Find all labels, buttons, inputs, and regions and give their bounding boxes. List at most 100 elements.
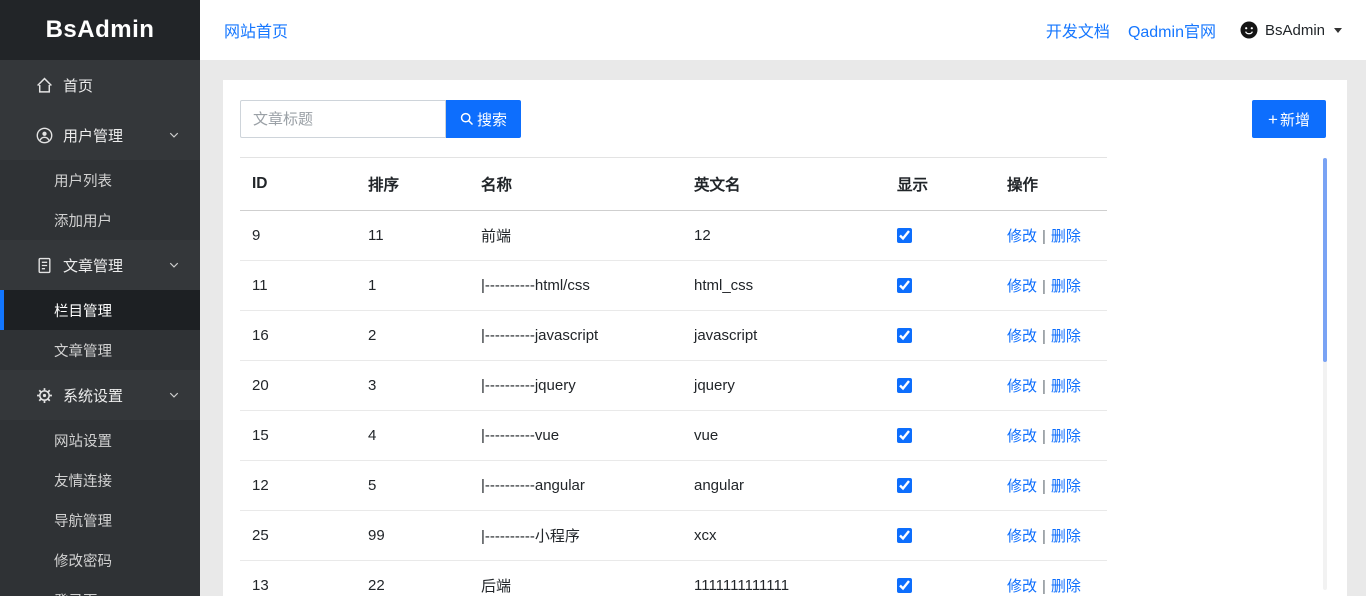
sidebar-item-label: 文章管理: [54, 340, 112, 361]
cell-id: 16: [240, 311, 356, 361]
cell-name: |----------jquery: [469, 361, 682, 411]
table-row: 9 11 前端 12 修改|删除: [240, 211, 1107, 261]
visible-checkbox[interactable]: [897, 328, 912, 343]
visible-checkbox[interactable]: [897, 428, 912, 443]
action-separator: |: [1042, 278, 1046, 295]
cell-en: vue: [682, 411, 885, 461]
plus-icon: +: [1268, 111, 1278, 128]
user-dropdown[interactable]: BsAdmin: [1240, 21, 1342, 39]
sidebar-item-label: 网站设置: [54, 430, 112, 451]
delete-link[interactable]: 删除: [1051, 578, 1081, 595]
table-row: 11 1 |----------html/css html_css 修改|删除: [240, 261, 1107, 311]
cell-sort: 1: [356, 261, 469, 311]
sidebar-item-change-password[interactable]: 修改密码: [0, 540, 200, 580]
sidebar-item-label: 友情连接: [54, 470, 112, 491]
app-logo: BsAdmin: [0, 0, 200, 60]
cell-en: javascript: [682, 311, 885, 361]
sidebar-item-label: 文章管理: [63, 255, 123, 276]
sidebar-item-label: 用户列表: [54, 170, 112, 191]
edit-link[interactable]: 修改: [1007, 428, 1037, 445]
visible-checkbox[interactable]: [897, 478, 912, 493]
sidebar-item-label: 导航管理: [54, 510, 112, 531]
cell-sort: 5: [356, 461, 469, 511]
top-header: 网站首页 开发文档 Qadmin官网 BsAdmin: [200, 0, 1366, 60]
edit-link[interactable]: 修改: [1007, 228, 1037, 245]
visible-checkbox[interactable]: [897, 378, 912, 393]
edit-link[interactable]: 修改: [1007, 278, 1037, 295]
home-icon: [36, 77, 53, 94]
visible-checkbox[interactable]: [897, 578, 912, 593]
cell-id: 9: [240, 211, 356, 261]
gear-icon: [36, 387, 53, 404]
sidebar-item-label: 栏目管理: [54, 300, 112, 321]
sidebar-item-article-mgmt[interactable]: 文章管理: [0, 240, 200, 290]
edit-link[interactable]: 修改: [1007, 378, 1037, 395]
delete-link[interactable]: 删除: [1051, 528, 1081, 545]
sidebar-item-home[interactable]: 首页: [0, 60, 200, 110]
cell-en: html_css: [682, 261, 885, 311]
cell-name: |----------javascript: [469, 311, 682, 361]
search-button[interactable]: 搜索: [446, 100, 521, 138]
action-separator: |: [1042, 328, 1046, 345]
cell-sort: 3: [356, 361, 469, 411]
sidebar-item-nav-mgmt[interactable]: 导航管理: [0, 500, 200, 540]
edit-link[interactable]: 修改: [1007, 328, 1037, 345]
cell-sort: 22: [356, 561, 469, 596]
sidebar-item-label: 修改密码: [54, 550, 112, 571]
cell-en: 1111111111111: [682, 561, 885, 596]
sidebar-item-user-list[interactable]: 用户列表: [0, 160, 200, 200]
edit-link[interactable]: 修改: [1007, 478, 1037, 495]
sidebar-item-site-settings[interactable]: 网站设置: [0, 420, 200, 460]
add-button[interactable]: + 新增: [1252, 100, 1326, 138]
cell-name: 前端: [469, 211, 682, 261]
cell-name: 后端: [469, 561, 682, 596]
site-home-link[interactable]: 网站首页: [224, 18, 288, 42]
avatar: [1240, 21, 1258, 39]
sidebar-item-user-mgmt[interactable]: 用户管理: [0, 110, 200, 160]
visible-checkbox[interactable]: [897, 528, 912, 543]
caret-down-icon: [1334, 28, 1342, 33]
delete-link[interactable]: 删除: [1051, 378, 1081, 395]
action-separator: |: [1042, 528, 1046, 545]
search-input[interactable]: [240, 100, 446, 138]
qadmin-site-link[interactable]: Qadmin官网: [1128, 18, 1216, 42]
sidebar-item-column-mgmt[interactable]: 栏目管理: [0, 290, 200, 330]
username: BsAdmin: [1265, 22, 1325, 39]
sidebar-item-label: 登录页: [54, 590, 98, 596]
table-header-row: ID 排序 名称 英文名 显示 操作: [240, 158, 1107, 211]
col-header-name: 名称: [469, 158, 682, 211]
action-separator: |: [1042, 428, 1046, 445]
content-card: 搜索 + 新增 ID 排序 名称 英文名 显示 操作 9 11 前端 12: [223, 80, 1347, 596]
delete-link[interactable]: 删除: [1051, 228, 1081, 245]
dev-docs-link[interactable]: 开发文档: [1046, 18, 1110, 42]
cell-id: 12: [240, 461, 356, 511]
columns-table: ID 排序 名称 英文名 显示 操作 9 11 前端 12 修改|删除 11 1…: [240, 157, 1107, 596]
sidebar: BsAdmin 首页 用户管理 用户列表 添加用户 文章管理 栏目管理 文章管理: [0, 0, 200, 596]
scrollbar-thumb[interactable]: [1323, 158, 1327, 362]
delete-link[interactable]: 删除: [1051, 278, 1081, 295]
delete-link[interactable]: 删除: [1051, 328, 1081, 345]
edit-link[interactable]: 修改: [1007, 528, 1037, 545]
cell-name: |----------小程序: [469, 511, 682, 561]
sidebar-item-system-settings[interactable]: 系统设置: [0, 370, 200, 420]
action-separator: |: [1042, 478, 1046, 495]
sidebar-item-friend-links[interactable]: 友情连接: [0, 460, 200, 500]
cell-id: 20: [240, 361, 356, 411]
table-row: 15 4 |----------vue vue 修改|删除: [240, 411, 1107, 461]
sidebar-item-label: 系统设置: [63, 385, 123, 406]
cell-sort: 4: [356, 411, 469, 461]
search-icon: [460, 112, 474, 126]
delete-link[interactable]: 删除: [1051, 428, 1081, 445]
visible-checkbox[interactable]: [897, 228, 912, 243]
sidebar-item-login-page[interactable]: 登录页: [0, 580, 200, 596]
delete-link[interactable]: 删除: [1051, 478, 1081, 495]
sidebar-item-user-add[interactable]: 添加用户: [0, 200, 200, 240]
sidebar-item-article-list[interactable]: 文章管理: [0, 330, 200, 370]
chevron-down-icon: [168, 129, 180, 141]
cell-sort: 11: [356, 211, 469, 261]
edit-link[interactable]: 修改: [1007, 578, 1037, 595]
col-header-actions: 操作: [995, 158, 1107, 211]
cell-en: angular: [682, 461, 885, 511]
action-separator: |: [1042, 578, 1046, 595]
visible-checkbox[interactable]: [897, 278, 912, 293]
